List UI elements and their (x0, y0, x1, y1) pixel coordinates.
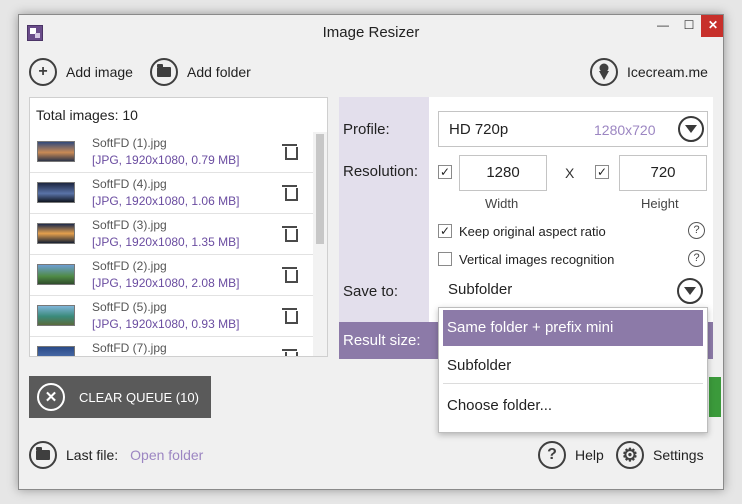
vertical-recognition-label: Vertical images recognition (459, 252, 615, 267)
height-input[interactable]: 720 (619, 155, 707, 191)
clear-queue-label: CLEAR QUEUE (10) (79, 389, 199, 405)
trash-icon[interactable] (282, 267, 298, 283)
times-sign: X (565, 165, 575, 181)
open-folder-link[interactable]: Open folder (130, 447, 203, 463)
keep-ratio-checkbox[interactable]: ✓ (438, 224, 452, 238)
dropdown-option-same-folder[interactable]: Same folder + prefix mini (443, 310, 703, 346)
file-name: SoftFD (2).jpg (92, 259, 167, 273)
total-images-label: Total images: 10 (36, 107, 138, 123)
help-button[interactable]: ? Help (538, 441, 604, 469)
file-name: SoftFD (5).jpg (92, 300, 167, 314)
help-icon[interactable]: ? (688, 222, 705, 239)
file-meta: [JPG, 1920x1080, 2.08 MB] (92, 276, 240, 290)
scrollbar-thumb[interactable] (316, 134, 324, 244)
settings-label: Settings (653, 447, 704, 463)
last-file-label: Last file: (66, 447, 119, 463)
profile-select[interactable]: HD 720p 1280x720 (438, 111, 708, 147)
icecream-link[interactable]: Icecream.me (590, 57, 708, 87)
file-meta: [JPG, 1920x1080, 1.35 MB] (92, 235, 240, 249)
list-item[interactable]: SoftFD (3).jpg [JPG, 1920x1080, 1.35 MB] (30, 214, 313, 255)
image-thumbnail (37, 141, 75, 162)
image-thumbnail (37, 223, 75, 244)
chevron-down-icon[interactable] (678, 116, 704, 142)
help-icon[interactable]: ? (688, 250, 705, 267)
title-bar: Image Resizer — ☐ ✕ (19, 15, 723, 49)
app-window: Image Resizer — ☐ ✕ + Add image Add fold… (18, 14, 724, 490)
list-item[interactable]: SoftFD (4).jpg [JPG, 1920x1080, 1.06 MB] (30, 173, 313, 214)
save-to-value: Subfolder (448, 281, 513, 298)
check-icon: ✓ (596, 165, 608, 179)
file-meta: [JPG, 1920x1080, 1.06 MB] (92, 194, 240, 208)
image-queue-panel: Total images: 10 SoftFD (1).jpg [JPG, 19… (29, 97, 328, 357)
chevron-down-icon[interactable] (677, 278, 703, 304)
height-checkbox[interactable]: ✓ (595, 165, 609, 179)
close-icon: ✕ (37, 383, 65, 411)
save-to-dropdown-menu: Same folder + prefix mini Subfolder Choo… (438, 307, 708, 433)
list-item[interactable]: SoftFD (2).jpg [JPG, 1920x1080, 2.08 MB] (30, 255, 313, 296)
maximize-button[interactable]: ☐ (676, 15, 702, 37)
clear-queue-button[interactable]: ✕ CLEAR QUEUE (10) (29, 376, 211, 418)
list-item[interactable]: SoftFD (7).jpg (30, 337, 313, 356)
add-folder-button[interactable]: Add folder (150, 57, 251, 87)
list-item[interactable]: SoftFD (1).jpg [JPG, 1920x1080, 0.79 MB] (30, 132, 313, 173)
save-to-select[interactable]: Subfolder (438, 273, 708, 309)
settings-button[interactable]: ⚙ Settings (616, 441, 704, 469)
keep-ratio-label: Keep original aspect ratio (459, 224, 606, 239)
profile-label: Profile: (343, 121, 390, 138)
image-thumbnail (37, 182, 75, 203)
image-thumbnail (37, 264, 75, 285)
check-icon: ✓ (439, 224, 451, 238)
icecream-logo-icon (590, 58, 618, 86)
last-file-area: Last file: Open folder (29, 441, 203, 469)
close-button[interactable]: ✕ (701, 15, 723, 37)
minimize-button[interactable]: — (650, 15, 676, 37)
resolution-label: Resolution: (343, 163, 419, 180)
image-list: SoftFD (1).jpg [JPG, 1920x1080, 0.79 MB]… (30, 132, 313, 356)
dropdown-option-subfolder[interactable]: Subfolder (443, 348, 703, 384)
profile-value: HD 720p (449, 121, 509, 138)
check-icon: ✓ (439, 165, 451, 179)
add-image-label: Add image (66, 64, 133, 80)
vertical-recognition-checkbox[interactable] (438, 252, 452, 266)
trash-icon[interactable] (282, 185, 298, 201)
width-label: Width (485, 196, 519, 211)
file-meta: [JPG, 1920x1080, 0.93 MB] (92, 317, 240, 331)
trash-icon[interactable] (282, 349, 298, 356)
file-name: SoftFD (3).jpg (92, 218, 167, 232)
add-image-button[interactable]: + Add image (29, 57, 133, 87)
file-name: SoftFD (4).jpg (92, 177, 167, 191)
file-name: SoftFD (7).jpg (92, 341, 167, 355)
icecream-label: Icecream.me (627, 64, 708, 80)
folder-icon (29, 441, 57, 469)
list-item[interactable]: SoftFD (5).jpg [JPG, 1920x1080, 0.93 MB] (30, 296, 313, 337)
window-title: Image Resizer (322, 24, 420, 41)
gear-icon: ⚙ (616, 441, 644, 469)
help-label: Help (575, 447, 604, 463)
trash-icon[interactable] (282, 144, 298, 160)
save-to-label: Save to: (343, 283, 399, 300)
image-thumbnail (37, 346, 75, 356)
file-name: SoftFD (1).jpg (92, 136, 167, 150)
trash-icon[interactable] (282, 308, 298, 324)
labels-column: Profile: Resolution: Save to: (339, 97, 429, 322)
trash-icon[interactable] (282, 226, 298, 242)
width-checkbox[interactable]: ✓ (438, 165, 452, 179)
result-size-label: Result size: (343, 332, 421, 349)
plus-icon: + (29, 58, 57, 86)
add-folder-label: Add folder (187, 64, 251, 80)
image-thumbnail (37, 305, 75, 326)
resize-button-edge[interactable] (709, 377, 721, 417)
width-input[interactable]: 1280 (459, 155, 547, 191)
dropdown-option-choose-folder[interactable]: Choose folder... (443, 388, 703, 424)
file-meta: [JPG, 1920x1080, 0.79 MB] (92, 153, 240, 167)
profile-resolution: 1280x720 (594, 122, 656, 138)
folder-icon (150, 58, 178, 86)
height-label: Height (641, 196, 679, 211)
question-icon: ? (538, 441, 566, 469)
